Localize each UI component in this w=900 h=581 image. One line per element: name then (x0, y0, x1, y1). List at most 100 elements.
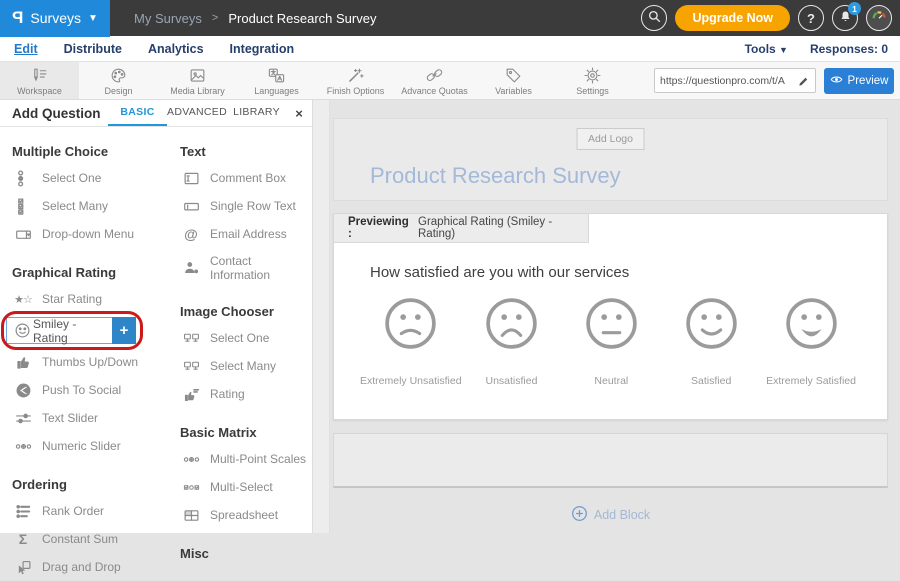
question-type-contact-information[interactable]: Contact Information (180, 248, 312, 287)
image-rating-icon (180, 386, 202, 403)
previewing-value: Graphical Rating (Smiley - Rating) (418, 216, 588, 240)
smiley-option-label: Extremely Satisfied (766, 375, 856, 387)
toolbar-settings[interactable]: Settings (553, 62, 632, 99)
question-type-select-many[interactable]: Select Many (180, 352, 312, 380)
question-type-drag-and-drop[interactable]: Drag and Drop (12, 553, 180, 581)
panel-tab-library[interactable]: LIBRARY (227, 100, 286, 126)
smiley-option-extremely-satisfied[interactable]: Extremely Satisfied (761, 296, 861, 387)
nav-tab-edit[interactable]: Edit (14, 42, 38, 56)
question-type-numeric-slider[interactable]: Numeric Slider (12, 432, 180, 460)
breadcrumb-parent[interactable]: My Surveys (134, 11, 202, 26)
edit-url-icon[interactable] (798, 75, 810, 87)
toolbar-finish-options[interactable]: Finish Options (316, 62, 395, 99)
question-type-constant-sum[interactable]: ΣConstant Sum (12, 525, 180, 553)
question-type-spreadsheet[interactable]: Spreadsheet (180, 501, 312, 529)
close-panel-button[interactable]: × (286, 100, 312, 126)
design-icon (109, 66, 128, 85)
section-title-image-chooser: Image Chooser (180, 304, 312, 319)
toolbar-advance-quotas[interactable]: Advance Quotas (395, 62, 474, 99)
nav-tab-distribute[interactable]: Distribute (64, 42, 122, 56)
panel-tab-basic[interactable]: BASIC (108, 100, 167, 126)
advance-quotas-icon (425, 66, 444, 85)
section-title-text: Text (180, 144, 312, 159)
responses-count[interactable]: Responses: 0 (810, 42, 888, 56)
panel-tab-advanced[interactable]: ADVANCED (167, 100, 227, 126)
question-type-smiley-rating-highlighted[interactable]: Smiley - Rating+ (6, 317, 136, 344)
upgrade-now-button[interactable]: Upgrade Now (675, 5, 790, 31)
nav-tab-integration[interactable]: Integration (230, 42, 295, 56)
question-type-star-rating[interactable]: ★☆Star Rating (12, 285, 180, 313)
search-button[interactable] (641, 5, 667, 31)
smiley-option-satisfied[interactable]: Satisfied (661, 296, 761, 387)
single-row-icon (180, 198, 202, 215)
smiley-option-neutral[interactable]: Neutral (561, 296, 661, 387)
question-type-push-to-social[interactable]: Push To Social (12, 376, 180, 404)
workspace-icon (30, 66, 49, 85)
tools-menu[interactable]: Tools ▼ (745, 42, 788, 56)
eye-icon (830, 73, 843, 89)
smiley-option-label: Extremely Unsatisfied (360, 375, 462, 387)
toolbar-workspace[interactable]: Workspace (0, 62, 79, 99)
add-question-panel: Add Question BASICADVANCEDLIBRARY × Mult… (0, 100, 313, 533)
nav-tab-analytics[interactable]: Analytics (148, 42, 204, 56)
add-block-button[interactable]: Add Block (330, 505, 891, 525)
smiley-option-unsatisfied[interactable]: Unsatisfied (462, 296, 562, 387)
panel-scrollbar[interactable] (313, 100, 330, 533)
multi-select-icon (180, 479, 202, 496)
product-name: Surveys (30, 10, 81, 26)
question-type-rating[interactable]: Rating (180, 380, 312, 408)
preview-button[interactable]: Preview (824, 68, 894, 94)
finish-options-icon (346, 66, 365, 85)
survey-title[interactable]: Product Research Survey (370, 163, 621, 189)
gauge-icon (870, 7, 888, 30)
add-question-plus-button[interactable]: + (112, 317, 136, 344)
question-type-multi-point-scales[interactable]: Multi-Point Scales (180, 445, 312, 473)
email-icon: @ (180, 226, 202, 243)
toolbar-media-library[interactable]: Media Library (158, 62, 237, 99)
question-type-text-slider[interactable]: Text Slider (12, 404, 180, 432)
comment-box-icon (180, 170, 202, 187)
image-select-icon (180, 330, 202, 347)
question-type-thumbs-up-down[interactable]: Thumbs Up/Down (12, 348, 180, 376)
thumbs-icon (12, 354, 34, 371)
smiley-option-label: Unsatisfied (486, 375, 538, 387)
toolbar-variables[interactable]: Variables (474, 62, 553, 99)
breadcrumb-separator: > (212, 12, 218, 24)
star-rating-icon: ★☆ (12, 291, 34, 308)
breadcrumb: My Surveys > Product Research Survey (134, 11, 376, 26)
account-avatar[interactable] (866, 5, 892, 31)
empty-block-placeholder[interactable] (333, 433, 888, 488)
text-slider-icon (12, 410, 34, 427)
smiley-option-extremely-unsatisfied[interactable]: Extremely Unsatisfied (360, 296, 462, 387)
question-type-select-many[interactable]: Select Many (12, 192, 180, 220)
question-type-select-one[interactable]: Select One (12, 164, 180, 192)
question-type-select-one[interactable]: Select One (180, 324, 312, 352)
circle-plus-icon (571, 505, 588, 525)
question-preview-card: Previewing : Graphical Rating (Smiley - … (333, 213, 888, 420)
toolbar-design[interactable]: Design (79, 62, 158, 99)
help-button[interactable]: ? (798, 5, 824, 31)
question-type-multi-select[interactable]: Multi-Select (180, 473, 312, 501)
smiley-option-label: Satisfied (691, 375, 731, 387)
product-switcher[interactable]: P Surveys ▼ (0, 0, 110, 37)
question-type-column-2: Text Comment BoxSingle Row Text@Email Add… (180, 127, 312, 581)
settings-icon (583, 66, 602, 85)
question-type-rank-order[interactable]: Rank Order (12, 497, 180, 525)
survey-url-field[interactable]: https://questionpro.com/t/A (654, 68, 816, 93)
smiley-frown-deep-icon (484, 296, 539, 356)
notifications-button[interactable]: 1 (832, 5, 858, 31)
media-library-icon (188, 66, 207, 85)
question-type-drop-down-menu[interactable]: Drop-down Menu (12, 220, 180, 248)
contact-icon (180, 259, 202, 276)
add-logo-button[interactable]: Add Logo (576, 128, 645, 150)
add-question-title: Add Question (0, 100, 108, 126)
image-select-icon (180, 358, 202, 375)
section-title-misc: Misc (180, 546, 312, 561)
dropdown-icon (12, 226, 34, 243)
question-type-email-address[interactable]: @Email Address (180, 220, 312, 248)
smiley-grin-icon (784, 296, 839, 356)
survey-header-block[interactable]: Add Logo Product Research Survey (333, 118, 888, 201)
question-type-single-row-text[interactable]: Single Row Text (180, 192, 312, 220)
question-type-comment-box[interactable]: Comment Box (180, 164, 312, 192)
toolbar-languages[interactable]: Languages (237, 62, 316, 99)
